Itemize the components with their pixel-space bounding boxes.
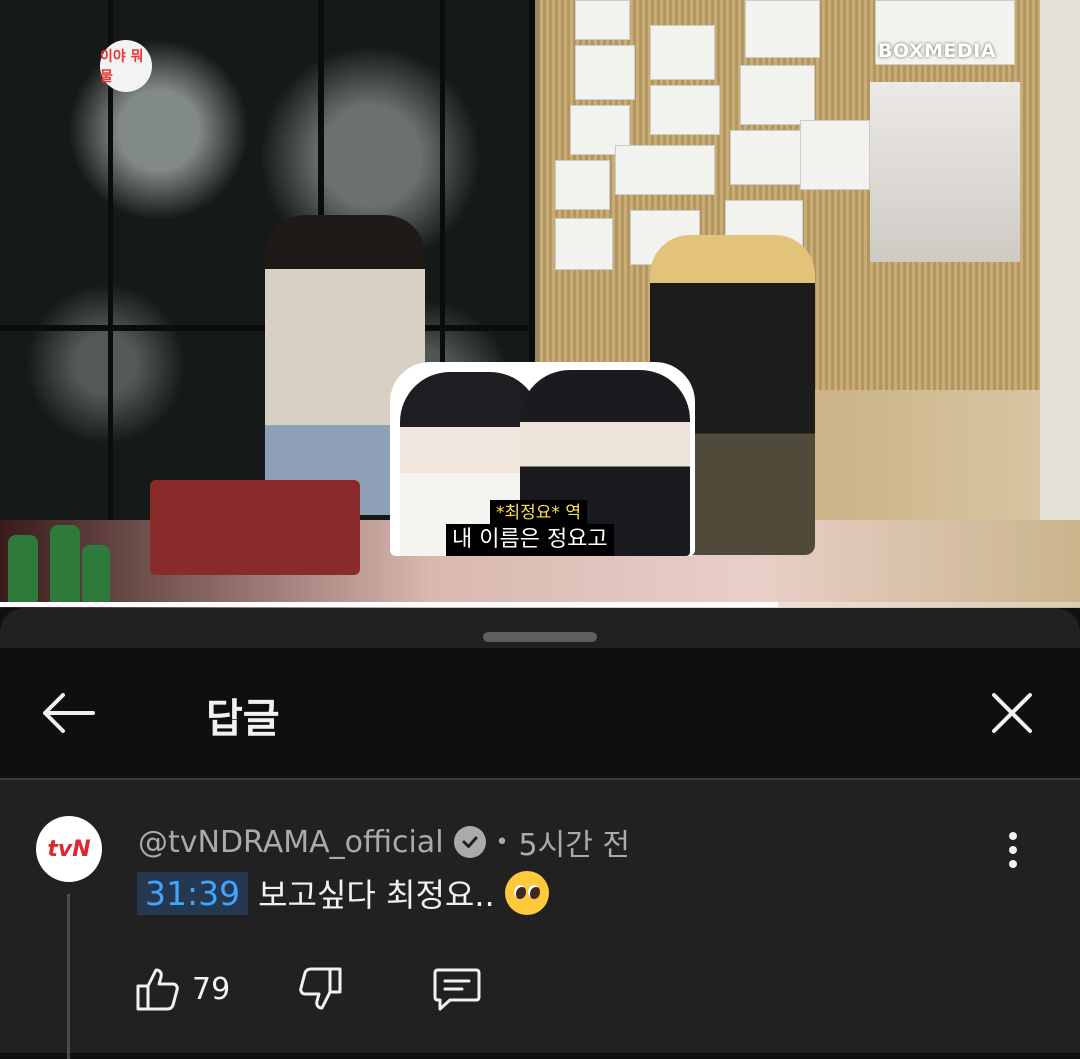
- comment-author[interactable]: @tvNDRAMA_official: [138, 825, 444, 860]
- video-progress-fill: [0, 602, 778, 607]
- separator-dot: •: [495, 829, 509, 855]
- close-button[interactable]: [972, 678, 1052, 748]
- thumbs-up-icon: [136, 968, 179, 1011]
- sheet-title: 답글: [206, 696, 280, 742]
- more-vert-icon: [1009, 832, 1017, 840]
- video-progress-bar[interactable]: [0, 602, 1080, 607]
- timestamp-link[interactable]: 31:39: [137, 871, 249, 915]
- replies-sheet: 답글 tvN @tvNDRAMA_official • 5시간 전 31:39 …: [0, 608, 1080, 1059]
- caption-role: *최정요* 역: [490, 500, 587, 526]
- arrow-left-icon: [43, 693, 95, 733]
- like-count: 79: [192, 971, 231, 1007]
- pleading-face-emoji-icon: [504, 871, 549, 915]
- comment-text: 보고싶다 최정요..: [258, 876, 495, 914]
- avatar[interactable]: tvN: [36, 816, 102, 882]
- thumbs-down-icon: [299, 967, 342, 1010]
- caption-subtitle: 내 이름은 정요고: [446, 524, 614, 556]
- sheet-header: 답글: [0, 648, 1080, 778]
- dislike-button[interactable]: [298, 966, 344, 1012]
- channel-watermark-logo: 이야 뭐물: [100, 40, 152, 92]
- video-player[interactable]: *최정요* 역 내 이름은 정요고 이야 뭐물 BOXMEDIA: [0, 0, 1080, 608]
- verified-check-icon: [453, 826, 486, 858]
- close-icon: [992, 693, 1032, 733]
- reply-button[interactable]: [432, 966, 482, 1012]
- drag-handle[interactable]: [483, 632, 597, 642]
- like-button[interactable]: 79: [134, 966, 230, 1012]
- comment-actions: 79: [134, 966, 482, 1012]
- reply-comment-icon: [433, 968, 481, 1011]
- soju-bottle: [50, 525, 80, 603]
- more-options-button[interactable]: [990, 820, 1036, 880]
- comment-meta: @tvNDRAMA_official • 5시간 전: [138, 820, 630, 864]
- comment-body: 31:39 보고싶다 최정요..: [137, 870, 549, 916]
- portable-stove: [150, 480, 360, 575]
- soju-bottle: [8, 535, 38, 603]
- comment-item: tvN @tvNDRAMA_official • 5시간 전 31:39 보고싶…: [0, 780, 1080, 1059]
- boxmedia-watermark: BOXMEDIA: [878, 40, 997, 62]
- back-button[interactable]: [30, 678, 106, 748]
- comment-time: 5시간 전: [518, 828, 630, 863]
- soju-bottle: [82, 545, 110, 603]
- wall-poster: [870, 82, 1020, 262]
- thread-line: [67, 894, 70, 1059]
